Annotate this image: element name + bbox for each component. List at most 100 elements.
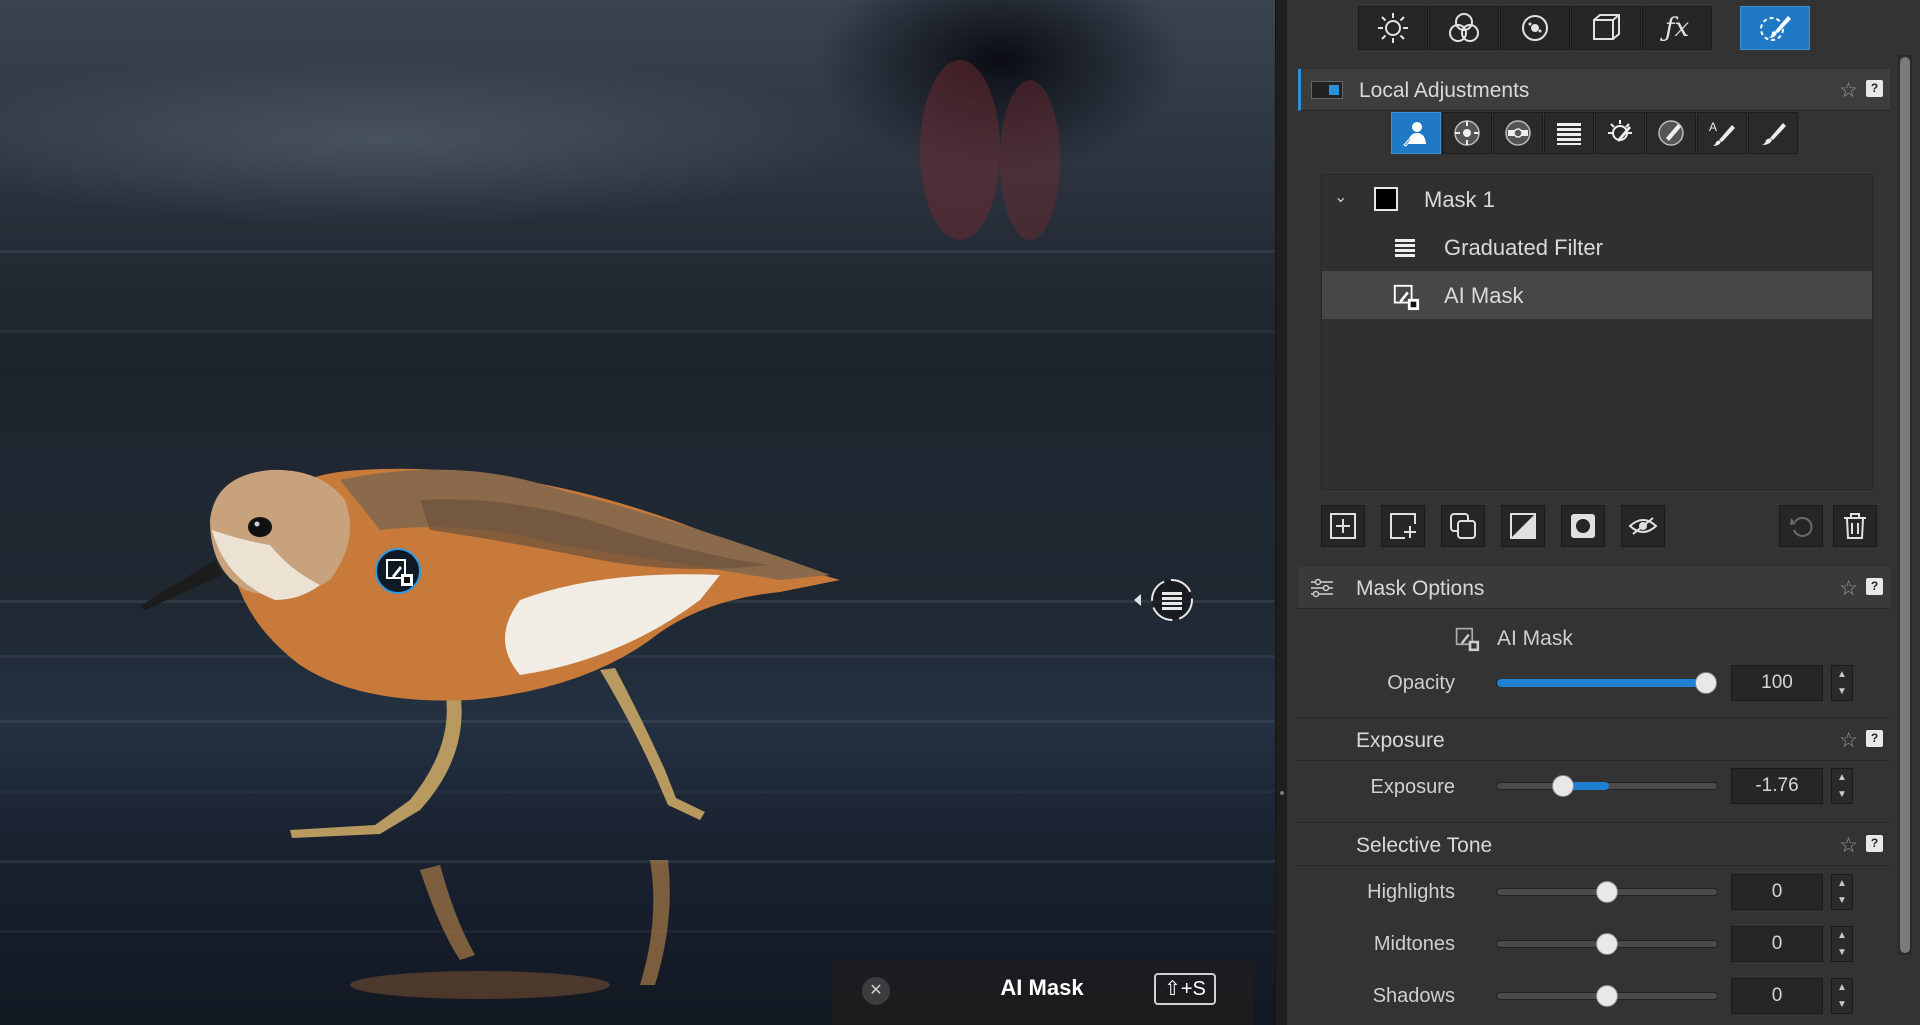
right-panel: ƒx Local Adjustments ☆ ? A ⌄ Mask 1 Grad… [1287, 0, 1920, 1025]
opacity-value-field[interactable]: 100 [1731, 665, 1823, 701]
exposure-slider-knob[interactable] [1552, 775, 1574, 797]
graduated-filter-icon [1557, 123, 1581, 145]
mask-actions [1321, 505, 1881, 549]
ai-mask-icon [1393, 284, 1420, 311]
panel-scrollbar[interactable] [1898, 55, 1912, 955]
splitter-grip[interactable] [1280, 791, 1284, 795]
mask-list: ⌄ Mask 1 Graduated Filter AI Mask [1321, 174, 1873, 490]
help-button[interactable]: ? [1866, 835, 1883, 852]
midtones-value-field[interactable]: 0 [1731, 926, 1823, 962]
mask-thumbnail-icon [1374, 187, 1398, 211]
exposure-stepper[interactable]: ▲ ▼ [1831, 768, 1853, 804]
duplicate-icon [1450, 513, 1476, 539]
midtones-stepper[interactable]: ▲ ▼ [1831, 926, 1853, 962]
exposure-label: Exposure [1370, 776, 1456, 798]
tab-color[interactable] [1429, 6, 1499, 50]
tool-control-line[interactable] [1493, 112, 1543, 154]
opacity-slider-fill [1497, 679, 1705, 687]
mask-options-header[interactable]: Mask Options ☆ ? [1298, 567, 1890, 609]
tab-local-adjustments[interactable] [1740, 6, 1810, 50]
opacity-label: Opacity [1387, 672, 1455, 694]
scrollbar-thumb[interactable] [1900, 57, 1910, 953]
help-button[interactable]: ? [1866, 80, 1883, 97]
section-title: Selective Tone [1356, 834, 1493, 857]
opacity-slider-knob[interactable] [1695, 672, 1717, 694]
section-title: Mask Options [1356, 577, 1485, 600]
section-divider [1298, 717, 1890, 718]
palette-toggle-icon[interactable] [1311, 81, 1343, 99]
ai-mask-tool-icon [1403, 122, 1426, 147]
tab-light[interactable] [1358, 6, 1428, 50]
local-tools: A [1391, 112, 1799, 154]
tool-eraser[interactable] [1646, 112, 1696, 154]
add-square-icon [1330, 513, 1356, 539]
tool-auto-mask[interactable] [1595, 112, 1645, 154]
tab-effects[interactable]: ƒx [1642, 6, 1712, 50]
help-button[interactable]: ? [1866, 730, 1883, 747]
show-mask-button[interactable] [1561, 505, 1605, 547]
tab-detail[interactable] [1500, 6, 1570, 50]
shadows-slider-knob[interactable] [1596, 985, 1618, 1007]
mask-label: Graduated Filter [1444, 235, 1603, 260]
add-mask-button[interactable] [1321, 505, 1365, 547]
chevron-down-icon[interactable]: ⌄ [1334, 187, 1347, 207]
graduated-filter-handle[interactable] [1132, 576, 1194, 624]
color-circles-icon [1449, 13, 1479, 42]
section-divider [1298, 822, 1890, 823]
tool-graduated-filter[interactable] [1544, 112, 1594, 154]
ai-mask-cursor[interactable] [375, 548, 421, 594]
mask-label: Mask 1 [1424, 187, 1495, 212]
panel-splitter[interactable] [1275, 0, 1287, 1025]
favorite-star-icon[interactable]: ☆ [1839, 78, 1858, 103]
tool-auto-brush[interactable]: A [1697, 112, 1747, 154]
auto-brush-icon: A [1709, 120, 1735, 146]
control-point-icon [1454, 120, 1480, 146]
mask-row-mask-1[interactable]: ⌄ Mask 1 [1322, 175, 1872, 223]
local-brush-icon [1760, 16, 1791, 41]
invert-mask-button[interactable] [1501, 505, 1545, 547]
hud-tool-name: AI Mask [1000, 975, 1084, 1000]
mask-row-ai-mask[interactable]: AI Mask [1322, 271, 1872, 319]
mask-options-tool-name: AI Mask [1497, 627, 1573, 650]
exposure-value-field[interactable]: -1.76 [1731, 768, 1823, 804]
add-submask-button[interactable] [1381, 505, 1425, 547]
help-button[interactable]: ? [1866, 578, 1883, 595]
graduated-filter-icon [1395, 239, 1415, 257]
hud-close-button[interactable]: ✕ [862, 977, 890, 1005]
duplicate-mask-button[interactable] [1441, 505, 1485, 547]
eye-slash-icon [1628, 517, 1658, 535]
opacity-stepper[interactable]: ▲ ▼ [1831, 665, 1853, 701]
favorite-star-icon[interactable]: ☆ [1839, 728, 1858, 753]
highlights-stepper[interactable]: ▲ ▼ [1831, 874, 1853, 910]
favorite-star-icon[interactable]: ☆ [1839, 833, 1858, 858]
highlights-slider-knob[interactable] [1596, 881, 1618, 903]
shadows-value-field[interactable]: 0 [1731, 978, 1823, 1014]
tool-hud: ✕ AI Mask ⇧+S [832, 959, 1254, 1025]
exposure-header[interactable]: Exposure ☆ ? [1298, 719, 1890, 761]
shadows-stepper[interactable]: ▲ ▼ [1831, 978, 1853, 1014]
mask-label: AI Mask [1444, 283, 1524, 308]
invert-icon [1510, 513, 1536, 539]
highlights-value-field[interactable]: 0 [1731, 874, 1823, 910]
midtones-label: Midtones [1373, 933, 1455, 955]
control-line-icon [1505, 120, 1531, 146]
local-adjustments-header[interactable]: Local Adjustments ☆ ? [1298, 69, 1890, 111]
tool-control-point[interactable] [1442, 112, 1492, 154]
geometry-cube-icon [1593, 14, 1620, 40]
hud-shortcut-badge: ⇧+S [1154, 973, 1216, 1005]
hide-mask-button[interactable] [1621, 505, 1665, 547]
add-submask-icon [1390, 513, 1416, 539]
favorite-star-icon[interactable]: ☆ [1839, 576, 1858, 601]
shadows-label: Shadows [1372, 985, 1455, 1007]
reset-mask-button[interactable] [1779, 505, 1823, 547]
mask-row-graduated-filter[interactable]: Graduated Filter [1322, 223, 1872, 271]
midtones-slider-knob[interactable] [1596, 933, 1618, 955]
tool-brush[interactable] [1748, 112, 1798, 154]
image-viewer[interactable]: ✕ AI Mask ⇧+S [0, 0, 1275, 1025]
tool-ai-mask[interactable] [1391, 112, 1441, 154]
tab-geometry[interactable] [1571, 6, 1641, 50]
selective-tone-header[interactable]: Selective Tone ☆ ? [1298, 824, 1890, 866]
auto-mask-icon [1608, 120, 1632, 142]
trash-icon [1844, 513, 1866, 539]
delete-mask-button[interactable] [1833, 505, 1877, 547]
